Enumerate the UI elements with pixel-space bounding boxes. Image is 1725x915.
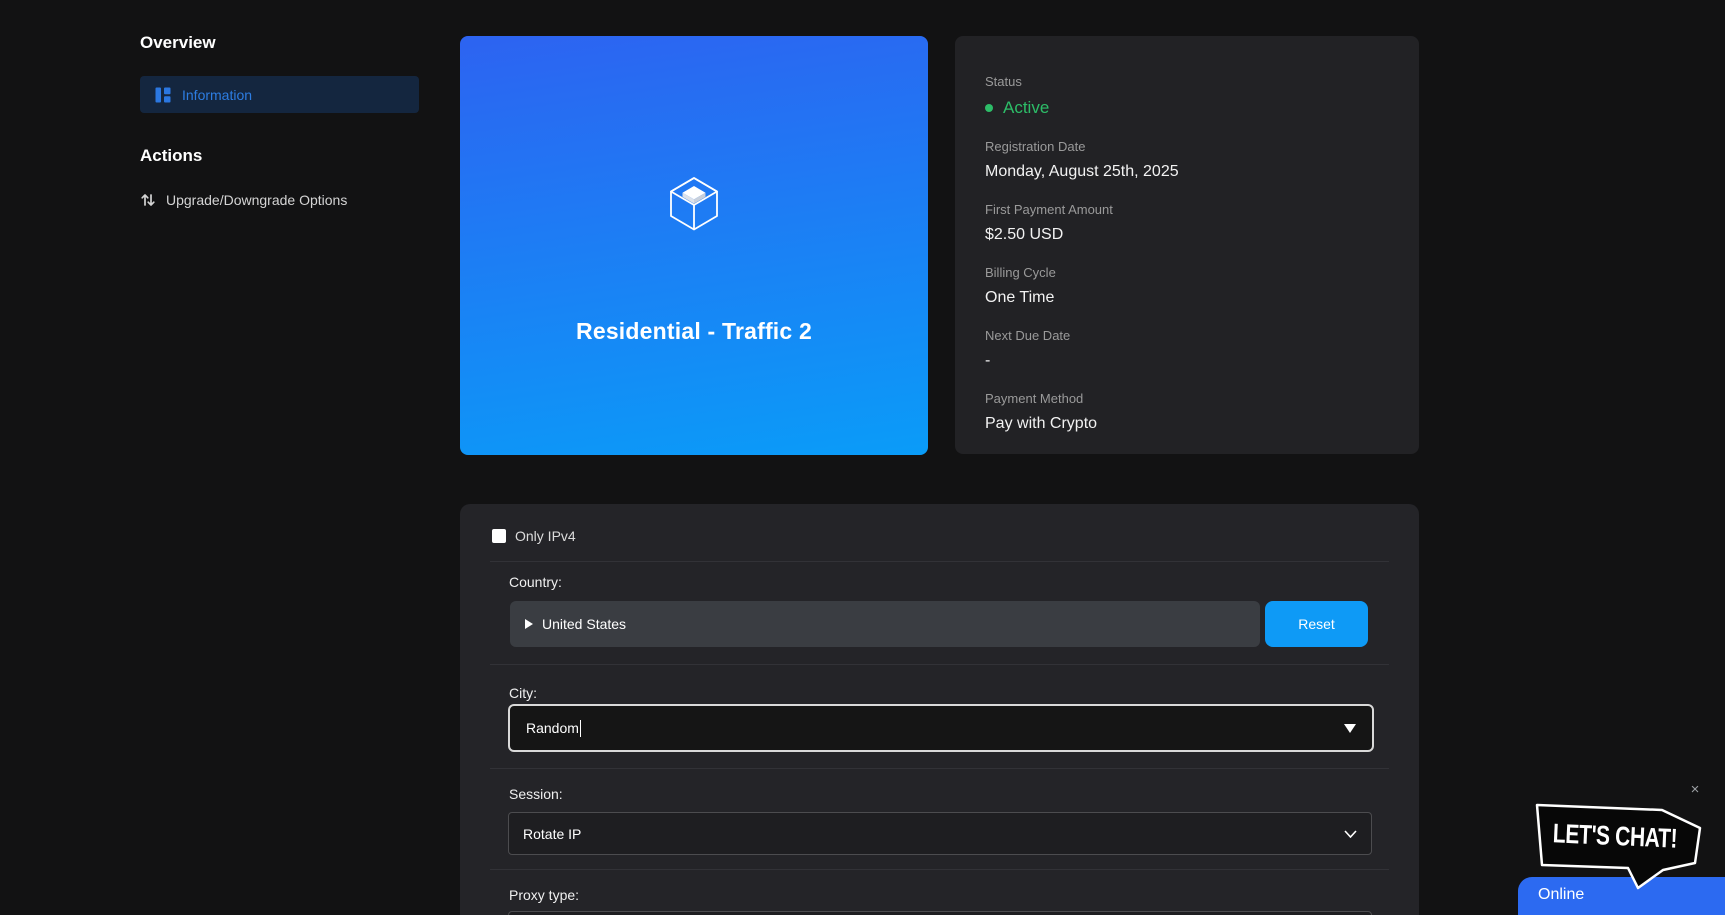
only-ipv4-label: Only IPv4: [515, 528, 576, 544]
chat-bubble[interactable]: LET'S CHAT!: [1526, 797, 1704, 892]
service-details-page: Overview Information Actions Upgrade/Dow…: [0, 0, 1725, 915]
field-first-payment-amount: First Payment Amount $2.50 USD: [985, 202, 1389, 244]
field-registration-date: Registration Date Monday, August 25th, 2…: [985, 139, 1389, 181]
field-label: Registration Date: [985, 139, 1389, 154]
field-value: Pay with Crypto: [985, 415, 1389, 433]
divider: [490, 768, 1389, 769]
field-label: Next Due Date: [985, 328, 1389, 343]
session-select[interactable]: Rotate IP: [508, 812, 1372, 855]
field-value: -: [985, 352, 1389, 370]
city-combobox[interactable]: Random: [508, 704, 1374, 752]
field-billing-cycle: Billing Cycle One Time: [985, 265, 1389, 307]
proxy-type-label: Proxy type:: [509, 887, 579, 903]
country-select[interactable]: United States: [510, 601, 1260, 647]
sidebar-item-label: Information: [182, 87, 252, 103]
field-value: One Time: [985, 289, 1389, 307]
field-value: $2.50 USD: [985, 226, 1389, 244]
only-ipv4-row: Only IPv4: [492, 528, 576, 544]
city-label: City:: [509, 685, 537, 701]
sidebar-item-upgrade-downgrade[interactable]: Upgrade/Downgrade Options: [140, 192, 347, 208]
dashboard-columns-icon: [155, 87, 171, 103]
status-badge: Active: [985, 98, 1389, 118]
field-label: Billing Cycle: [985, 265, 1389, 280]
field-next-due-date: Next Due Date -: [985, 328, 1389, 370]
country-label: Country:: [509, 574, 562, 590]
chevron-down-icon: [1344, 830, 1357, 838]
reset-button[interactable]: Reset: [1265, 601, 1368, 647]
field-value: Monday, August 25th, 2025: [985, 163, 1389, 181]
product-card: Residential - Traffic 2: [460, 36, 928, 455]
sidebar-item-information[interactable]: Information: [140, 76, 419, 113]
text-cursor: [580, 720, 581, 737]
city-value: Random: [526, 720, 579, 736]
divider: [490, 869, 1389, 870]
field-label: Payment Method: [985, 391, 1389, 406]
session-value: Rotate IP: [523, 826, 581, 842]
proxy-config-card: Only IPv4 Country: United States Reset C…: [460, 504, 1419, 915]
field-label: Status: [985, 74, 1389, 89]
status-dot-icon: [985, 104, 993, 112]
chat-close-icon[interactable]: ×: [1686, 781, 1704, 799]
overview-heading: Overview: [140, 33, 216, 53]
country-row: United States Reset: [510, 601, 1368, 647]
only-ipv4-checkbox[interactable]: [492, 529, 506, 543]
chat-bubble-text: LET'S CHAT!: [1544, 794, 1686, 878]
field-payment-method: Payment Method Pay with Crypto: [985, 391, 1389, 433]
sidebar-item-label: Upgrade/Downgrade Options: [166, 192, 347, 208]
service-details-card: Status Active Registration Date Monday, …: [955, 36, 1419, 454]
product-title: Residential - Traffic 2: [460, 318, 928, 345]
field-status: Status Active: [985, 74, 1389, 118]
cube-icon: [663, 174, 725, 239]
triangle-right-icon: [525, 619, 533, 629]
session-label: Session:: [509, 786, 563, 802]
proxy-type-select[interactable]: [508, 911, 1372, 915]
divider: [490, 664, 1389, 665]
swap-vertical-icon: [140, 192, 156, 208]
actions-heading: Actions: [140, 146, 202, 166]
status-text: Active: [1003, 98, 1049, 118]
country-value: United States: [542, 616, 626, 632]
divider: [490, 561, 1389, 562]
caret-down-icon: [1344, 724, 1356, 733]
field-label: First Payment Amount: [985, 202, 1389, 217]
